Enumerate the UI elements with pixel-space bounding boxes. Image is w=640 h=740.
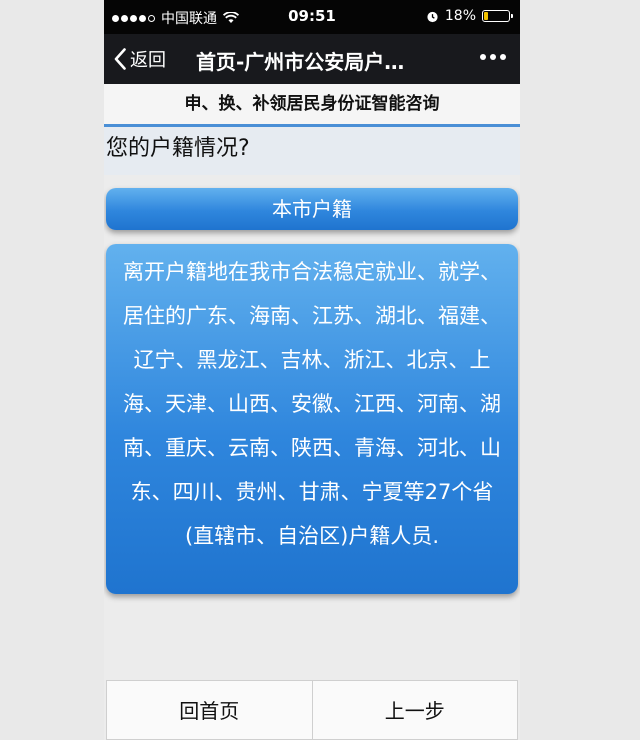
alarm-icon xyxy=(427,11,438,22)
page-title: 首页-广州市公安局户… xyxy=(196,50,405,74)
previous-step-button[interactable]: 上一步 xyxy=(312,680,518,740)
home-button[interactable]: 回首页 xyxy=(106,680,313,740)
question-text: 您的户籍情况? xyxy=(104,127,520,175)
battery-icon xyxy=(482,10,513,22)
back-label: 返回 xyxy=(130,50,166,71)
battery-level xyxy=(484,12,488,20)
back-button[interactable]: 返回 xyxy=(114,46,166,72)
more-dots-icon[interactable] xyxy=(480,54,506,60)
nav-bar: 返回 首页-广州市公安局户… xyxy=(104,34,520,84)
option-migrant-hukou-button[interactable]: 离开户籍地在我市合法稳定就业、就学、居住的广东、海南、江苏、湖北、福建、辽宁、黑… xyxy=(106,244,518,594)
bottom-bar: 回首页 上一步 xyxy=(106,680,518,740)
phone-screen: 中国联通 09:51 18% 返回 首页-广州市公安局户… 申、换、补领居民身份… xyxy=(104,0,520,740)
option-local-hukou-button[interactable]: 本市户籍 xyxy=(106,188,518,230)
section-header: 申、换、补领居民身份证智能咨询 xyxy=(104,84,520,127)
chevron-left-icon xyxy=(114,48,126,70)
status-bar: 中国联通 09:51 18% xyxy=(104,0,520,34)
battery-percent: 18% xyxy=(444,8,476,24)
status-right: 18% xyxy=(426,8,513,24)
